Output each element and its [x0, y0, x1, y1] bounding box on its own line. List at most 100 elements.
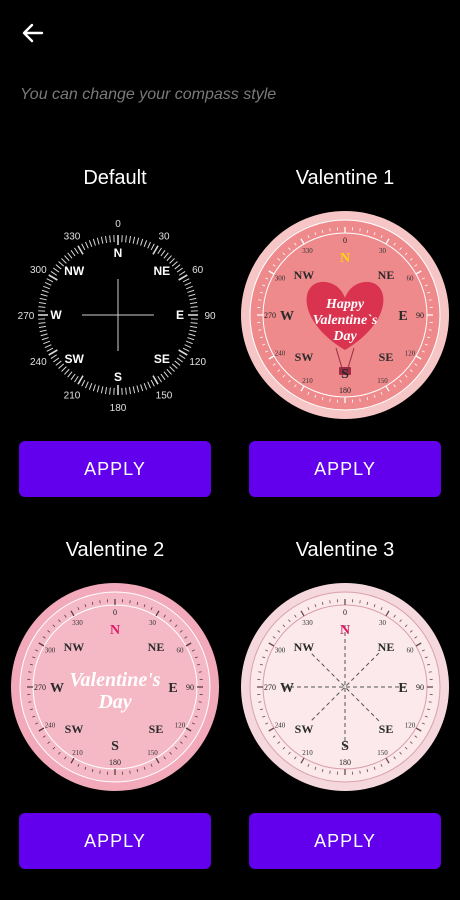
- tick-mark: [104, 235, 108, 243]
- tick-mark: [258, 299, 262, 301]
- degree-label: 270: [18, 311, 35, 322]
- degree-label: 210: [72, 749, 83, 757]
- tick-mark: [100, 386, 104, 394]
- tick-mark: [43, 285, 51, 290]
- degree-label: 0: [115, 219, 121, 230]
- tick-mark: [171, 363, 178, 369]
- tick-mark: [52, 357, 60, 363]
- tick-mark: [176, 357, 184, 363]
- tick-mark: [100, 236, 104, 244]
- tick-mark: [38, 322, 46, 324]
- tick-mark: [169, 258, 175, 264]
- degree-label: 150: [377, 377, 388, 385]
- degree-label: 120: [189, 357, 206, 368]
- degree-label: 120: [405, 350, 416, 358]
- compass-preview-valentine-2[interactable]: Valentine's Day 0 30 60 90 120 150 180 210 240 270 3…: [10, 582, 220, 797]
- direction-label: SW: [295, 722, 314, 736]
- direction-label: NW: [294, 268, 315, 282]
- direction-label: N: [340, 251, 350, 266]
- degree-label: 120: [405, 722, 416, 730]
- tick-mark: [109, 387, 111, 395]
- tick-mark: [74, 375, 79, 383]
- degree-label: 330: [302, 247, 313, 255]
- tick-mark: [67, 371, 73, 378]
- tick-mark: [258, 701, 262, 703]
- direction-label: NE: [148, 640, 165, 654]
- degree-label: 60: [406, 275, 414, 283]
- tick-mark: [171, 261, 178, 267]
- apply-button[interactable]: APPLY: [249, 441, 441, 497]
- degree-label: 180: [109, 758, 121, 767]
- degree-label: 60: [192, 265, 204, 276]
- tick-mark: [64, 255, 70, 262]
- apply-button[interactable]: APPLY: [249, 813, 441, 869]
- direction-label: NE: [378, 640, 395, 654]
- tick-mark: [188, 293, 196, 297]
- direction-label: E: [398, 681, 407, 696]
- degree-label: 180: [339, 386, 351, 395]
- tick-mark: [70, 249, 76, 257]
- tick-mark: [178, 354, 186, 359]
- degree-label: 300: [30, 265, 47, 276]
- apply-button[interactable]: APPLY: [19, 441, 211, 497]
- tick-mark: [129, 770, 131, 774]
- degree-label: 60: [406, 647, 414, 655]
- center-greeting-text: Day: [97, 691, 131, 713]
- tick-mark: [143, 382, 148, 390]
- degree-label: 330: [72, 619, 83, 627]
- tick-mark: [185, 340, 193, 345]
- tick-mark: [74, 247, 79, 255]
- tick-mark: [329, 228, 331, 232]
- direction-label: NE: [154, 264, 171, 278]
- tick-mark: [40, 293, 48, 297]
- tick-mark: [136, 237, 140, 245]
- direction-label: E: [168, 681, 177, 696]
- tick-mark: [150, 379, 155, 387]
- direction-label: S: [111, 739, 119, 754]
- degree-label: 90: [416, 311, 424, 320]
- tick-mark: [39, 297, 47, 301]
- tick-mark: [88, 240, 93, 248]
- tick-mark: [48, 274, 58, 281]
- degree-label: 0: [113, 608, 117, 617]
- tick-mark: [85, 381, 89, 389]
- subtitle: You can change your compass style: [20, 86, 277, 103]
- tick-mark: [48, 349, 58, 356]
- tick-mark: [174, 264, 181, 270]
- center-greeting-text: Happy: [325, 297, 365, 312]
- direction-label: E: [398, 309, 407, 324]
- tick-mark: [157, 375, 162, 383]
- direction-label: N: [114, 246, 123, 260]
- back-button[interactable]: [18, 18, 48, 48]
- tick-mark: [28, 701, 32, 703]
- tick-mark: [189, 329, 197, 333]
- compass-preview-valentine-1[interactable]: Happy Valentine`s Day 0 30 60 90 120 150 180 210 24…: [240, 210, 450, 425]
- tick-mark: [92, 238, 96, 246]
- apply-button[interactable]: APPLY: [19, 813, 211, 869]
- tick-mark: [55, 360, 62, 366]
- tick-mark: [96, 237, 100, 245]
- tick-mark: [428, 299, 432, 301]
- tick-mark: [182, 278, 190, 283]
- degree-label: 120: [175, 722, 186, 730]
- degree-label: 0: [343, 608, 347, 617]
- arrow-left-icon: [22, 23, 44, 43]
- tick-mark: [61, 258, 67, 264]
- tick-mark: [198, 671, 202, 673]
- tick-mark: [140, 384, 144, 392]
- tick-mark: [178, 271, 186, 276]
- tick-mark: [190, 306, 198, 308]
- degree-label: 30: [379, 619, 387, 627]
- direction-label: S: [341, 739, 349, 754]
- tick-mark: [190, 325, 198, 329]
- compass-preview-default[interactable]: 0 30 60 90 120 150 180 210 240 270 300 330 N NE E SE S SW…: [10, 210, 230, 425]
- compass-preview-valentine-3[interactable]: 0 30 60 90 120 150 180 210 240 270 300 330 N NE E SE S SW…: [240, 582, 450, 797]
- tick-mark: [147, 381, 151, 389]
- degree-label: 270: [34, 683, 46, 692]
- tick-mark: [163, 371, 169, 378]
- tick-mark: [359, 600, 361, 604]
- degree-label: 90: [204, 311, 216, 322]
- tick-mark: [132, 386, 136, 394]
- degree-label: 150: [377, 749, 388, 757]
- tick-mark: [190, 301, 198, 305]
